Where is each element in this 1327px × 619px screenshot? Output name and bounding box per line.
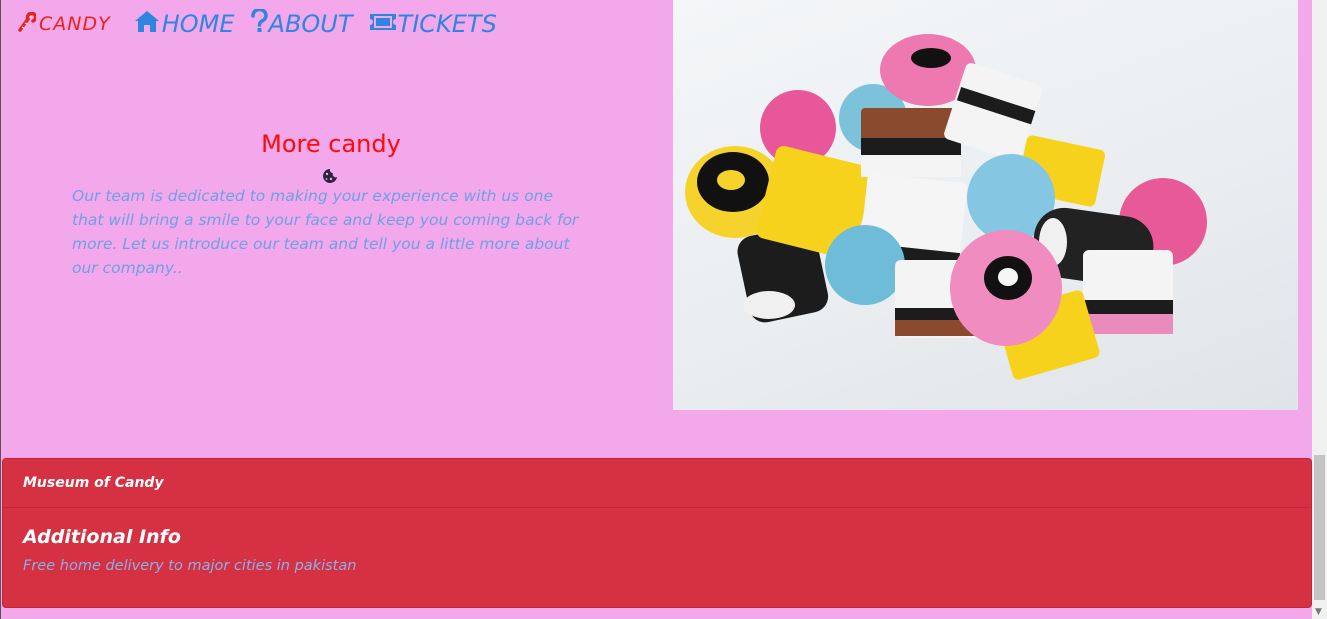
page: CANDY HOME ABOUT TICKETS More candy Our … <box>0 0 1327 619</box>
nav-tickets[interactable]: TICKETS <box>369 10 497 38</box>
footer-card-body: Additional Info Free home delivery to ma… <box>3 508 1311 592</box>
navbar: CANDY HOME ABOUT TICKETS <box>16 6 513 42</box>
nav-tickets-label: TICKETS <box>397 10 497 38</box>
hero-title: More candy <box>261 130 401 158</box>
scrollbar-thumb[interactable] <box>1314 455 1325 600</box>
footer-card-title: Additional Info <box>23 526 181 548</box>
candy-image <box>673 0 1298 410</box>
nav-about[interactable]: ABOUT <box>250 7 353 39</box>
footer-card-text: Free home delivery to major cities in pa… <box>23 558 357 574</box>
page-scrollbar[interactable]: ▼ <box>1312 0 1327 619</box>
question-icon <box>250 7 269 39</box>
hero-description: Our team is dedicated to making your exp… <box>72 187 579 277</box>
brand-link[interactable]: CANDY <box>16 11 111 37</box>
nav-about-label: ABOUT <box>268 10 353 38</box>
brand-label: CANDY <box>39 13 111 35</box>
footer-card-header: Museum of Candy <box>3 459 1311 508</box>
nav-home[interactable]: HOME <box>133 9 235 39</box>
scroll-down-arrow-icon[interactable]: ▼ <box>1315 607 1322 617</box>
candy-cane-icon <box>16 11 39 37</box>
nav-home-label: HOME <box>161 10 235 38</box>
ticket-icon <box>369 10 398 38</box>
footer-card: Museum of Candy Additional Info Free hom… <box>2 458 1312 608</box>
home-icon <box>133 9 162 39</box>
